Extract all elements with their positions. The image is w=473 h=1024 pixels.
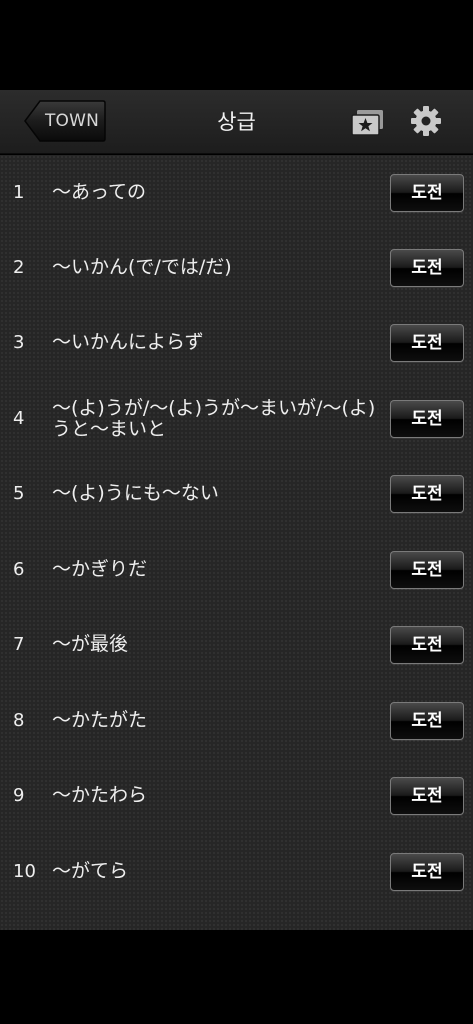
challenge-button[interactable]: 도전 [390,551,464,589]
item-title: 〜が最後 [52,633,129,655]
list-item: 1 〜あっての 도전 [0,155,473,230]
item-title: 〜かたわら [52,784,148,806]
grammar-list[interactable]: 1 〜あっての 도전 2 〜いかん(で/では/だ) 도전 3 〜いかんによらず … [0,155,473,930]
item-title: 〜いかん(で/では/だ) [52,256,232,278]
challenge-button[interactable]: 도전 [390,174,464,212]
list-item: 8 〜かたがた 도전 [0,683,473,758]
challenge-button[interactable]: 도전 [390,702,464,740]
item-title: 〜かぎりだ [52,558,148,580]
page-title: 상급 [217,110,256,134]
app-screen: TOWN 상급 1 〜あっての 도전 2 〜いかん(で/では/だ) 도전 3 〜… [0,0,473,1024]
item-title: 〜いかんによらず [52,331,204,353]
settings-button[interactable] [409,104,443,138]
item-title: 〜(よ)うが/〜(よ)うが〜まいが/〜(よ)うと〜まいと [52,396,376,440]
bookmark-button[interactable] [350,108,386,138]
challenge-button[interactable]: 도전 [390,853,464,891]
item-number: 8 [13,710,25,731]
item-title: 〜あっての [52,181,147,203]
item-number: 1 [13,182,25,203]
list-item: 9 〜かたわら 도전 [0,758,473,833]
bookmark-star-icon [351,110,383,136]
list-item: 5 〜(よ)うにも〜ない 도전 [0,456,473,531]
list-item: 6 〜かぎりだ 도전 [0,532,473,607]
item-number: 9 [13,785,25,806]
item-number: 10 [13,861,36,882]
gear-icon [411,106,441,136]
challenge-button[interactable]: 도전 [390,324,464,362]
challenge-button[interactable]: 도전 [390,475,464,513]
list-item: 7 〜が最後 도전 [0,607,473,682]
item-number: 3 [13,332,25,353]
challenge-button[interactable]: 도전 [390,400,464,438]
list-item: 10 〜がてら 도전 [0,834,473,909]
navigation-bar: TOWN 상급 [0,90,473,154]
item-number: 4 [13,408,25,429]
item-number: 2 [13,257,25,278]
item-title: 〜かたがた [52,709,148,731]
list-item: 3 〜いかんによらず 도전 [0,305,473,380]
list-item: 2 〜いかん(で/では/だ) 도전 [0,230,473,305]
item-title: 〜がてら [52,860,129,882]
back-button-town[interactable]: TOWN [24,100,106,142]
list-item: 4 〜(よ)うが/〜(よ)うが〜まいが/〜(よ)うと〜まいと 도전 [0,381,473,456]
challenge-button[interactable]: 도전 [390,626,464,664]
challenge-button[interactable]: 도전 [390,249,464,287]
item-number: 6 [13,559,25,580]
item-title: 〜(よ)うにも〜ない [52,482,219,504]
item-number: 5 [13,483,25,504]
back-button-label: TOWN [44,111,100,131]
item-number: 7 [13,634,25,655]
challenge-button[interactable]: 도전 [390,777,464,815]
